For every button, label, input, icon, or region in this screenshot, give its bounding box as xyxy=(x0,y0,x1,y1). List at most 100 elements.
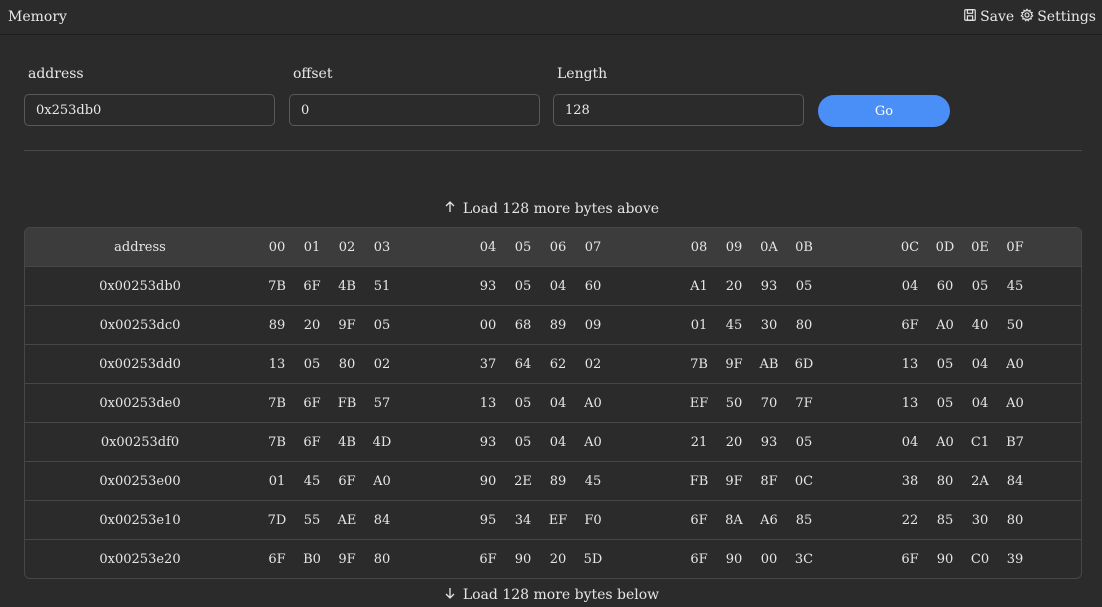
byte-cell[interactable]: 04 xyxy=(543,267,573,306)
byte-cell[interactable]: 6F xyxy=(262,540,292,578)
byte-cell[interactable]: 05 xyxy=(789,267,819,306)
byte-cell[interactable]: 05 xyxy=(930,345,960,384)
byte-cell[interactable]: 02 xyxy=(367,345,397,384)
address-input[interactable] xyxy=(24,94,275,126)
byte-cell[interactable]: C0 xyxy=(965,540,995,578)
byte-cell[interactable]: 05 xyxy=(508,267,538,306)
byte-cell[interactable]: 20 xyxy=(543,540,573,578)
byte-cell[interactable]: A0 xyxy=(1000,384,1030,423)
byte-cell[interactable]: 60 xyxy=(578,267,608,306)
byte-cell[interactable]: 80 xyxy=(367,540,397,578)
byte-cell[interactable]: 04 xyxy=(895,267,925,306)
byte-cell[interactable]: 05 xyxy=(508,423,538,462)
byte-cell[interactable]: 90 xyxy=(719,540,749,578)
byte-cell[interactable]: 04 xyxy=(895,423,925,462)
byte-cell[interactable]: AE xyxy=(332,501,362,540)
byte-cell[interactable]: B7 xyxy=(1000,423,1030,462)
settings-button[interactable]: Settings xyxy=(1020,8,1096,26)
byte-cell[interactable]: 34 xyxy=(508,501,538,540)
byte-cell[interactable]: 70 xyxy=(754,384,784,423)
byte-cell[interactable]: 9F xyxy=(719,462,749,501)
byte-cell[interactable]: 90 xyxy=(930,540,960,578)
byte-cell[interactable]: 38 xyxy=(895,462,925,501)
byte-cell[interactable]: 00 xyxy=(754,540,784,578)
byte-cell[interactable]: 05 xyxy=(789,423,819,462)
byte-cell[interactable]: 2E xyxy=(508,462,538,501)
byte-cell[interactable]: 21 xyxy=(684,423,714,462)
byte-cell[interactable]: 55 xyxy=(297,501,327,540)
save-button[interactable]: Save xyxy=(963,8,1014,26)
byte-cell[interactable]: EF xyxy=(684,384,714,423)
byte-cell[interactable]: B0 xyxy=(297,540,327,578)
byte-cell[interactable]: 02 xyxy=(578,345,608,384)
byte-cell[interactable]: A0 xyxy=(367,462,397,501)
byte-cell[interactable]: 8F xyxy=(754,462,784,501)
byte-cell[interactable]: FB xyxy=(332,384,362,423)
byte-cell[interactable]: 90 xyxy=(473,462,503,501)
byte-cell[interactable]: A0 xyxy=(930,423,960,462)
byte-cell[interactable]: 6F xyxy=(473,540,503,578)
byte-cell[interactable]: A0 xyxy=(930,306,960,345)
byte-cell[interactable]: 0C xyxy=(789,462,819,501)
byte-cell[interactable]: 60 xyxy=(930,267,960,306)
byte-cell[interactable]: 13 xyxy=(473,384,503,423)
byte-cell[interactable]: 05 xyxy=(508,384,538,423)
byte-cell[interactable]: 13 xyxy=(895,384,925,423)
byte-cell[interactable]: 04 xyxy=(965,384,995,423)
byte-cell[interactable]: 9F xyxy=(332,306,362,345)
byte-cell[interactable]: 5D xyxy=(578,540,608,578)
byte-cell[interactable]: 05 xyxy=(965,267,995,306)
byte-cell[interactable]: 89 xyxy=(262,306,292,345)
byte-cell[interactable]: 22 xyxy=(895,501,925,540)
byte-cell[interactable]: 95 xyxy=(473,501,503,540)
byte-cell[interactable]: 93 xyxy=(473,267,503,306)
byte-cell[interactable]: 20 xyxy=(719,267,749,306)
byte-cell[interactable]: 7B xyxy=(262,384,292,423)
byte-cell[interactable]: 4B xyxy=(332,423,362,462)
byte-cell[interactable]: 80 xyxy=(332,345,362,384)
byte-cell[interactable]: 80 xyxy=(930,462,960,501)
byte-cell[interactable]: A0 xyxy=(578,423,608,462)
byte-cell[interactable]: 05 xyxy=(367,306,397,345)
byte-cell[interactable]: 30 xyxy=(754,306,784,345)
byte-cell[interactable]: 04 xyxy=(543,423,573,462)
byte-cell[interactable]: 2A xyxy=(965,462,995,501)
byte-cell[interactable]: 45 xyxy=(578,462,608,501)
byte-cell[interactable]: 45 xyxy=(1000,267,1030,306)
byte-cell[interactable]: 89 xyxy=(543,462,573,501)
byte-cell[interactable]: 3C xyxy=(789,540,819,578)
byte-cell[interactable]: 37 xyxy=(473,345,503,384)
go-button[interactable]: Go xyxy=(818,95,950,127)
byte-cell[interactable]: 6F xyxy=(895,306,925,345)
byte-cell[interactable]: 7D xyxy=(262,501,292,540)
offset-input[interactable] xyxy=(289,94,540,126)
byte-cell[interactable]: 13 xyxy=(895,345,925,384)
byte-cell[interactable]: 04 xyxy=(965,345,995,384)
byte-cell[interactable]: 68 xyxy=(508,306,538,345)
byte-cell[interactable]: 7B xyxy=(262,267,292,306)
byte-cell[interactable]: 04 xyxy=(543,384,573,423)
byte-cell[interactable]: 57 xyxy=(367,384,397,423)
byte-cell[interactable]: 39 xyxy=(1000,540,1030,578)
byte-cell[interactable]: 51 xyxy=(367,267,397,306)
byte-cell[interactable]: 01 xyxy=(684,306,714,345)
byte-cell[interactable]: 01 xyxy=(262,462,292,501)
byte-cell[interactable]: 6F xyxy=(895,540,925,578)
byte-cell[interactable]: FB xyxy=(684,462,714,501)
byte-cell[interactable]: 6F xyxy=(332,462,362,501)
byte-cell[interactable]: 85 xyxy=(789,501,819,540)
byte-cell[interactable]: 84 xyxy=(1000,462,1030,501)
byte-cell[interactable]: 6F xyxy=(297,423,327,462)
byte-cell[interactable]: C1 xyxy=(965,423,995,462)
byte-cell[interactable]: 05 xyxy=(297,345,327,384)
byte-cell[interactable]: 20 xyxy=(297,306,327,345)
byte-cell[interactable]: 45 xyxy=(719,306,749,345)
byte-cell[interactable]: A6 xyxy=(754,501,784,540)
byte-cell[interactable]: 13 xyxy=(262,345,292,384)
load-below-link[interactable]: Load 128 more bytes below xyxy=(0,586,1102,604)
byte-cell[interactable]: A0 xyxy=(578,384,608,423)
byte-cell[interactable]: 00 xyxy=(473,306,503,345)
byte-cell[interactable]: 40 xyxy=(965,306,995,345)
byte-cell[interactable]: 45 xyxy=(297,462,327,501)
byte-cell[interactable]: 4B xyxy=(332,267,362,306)
